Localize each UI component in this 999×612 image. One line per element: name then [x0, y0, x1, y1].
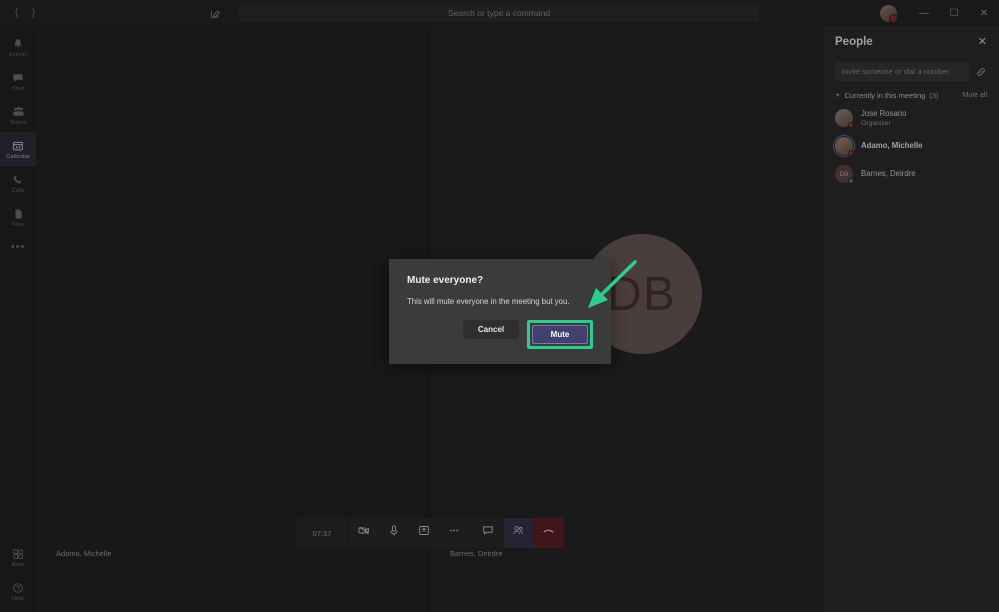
avatar: [835, 109, 854, 128]
phone-icon: [12, 172, 24, 187]
dialog-actions: Cancel Mute: [407, 320, 593, 364]
sidebar-item-label: Files: [11, 222, 25, 228]
people-icon: [512, 524, 525, 542]
participant-info: Barnes, Deirdre: [861, 169, 916, 179]
maximize-button[interactable]: ☐: [939, 0, 969, 26]
participant-row[interactable]: Adamo, Michelle: [833, 135, 987, 157]
participant-name: Adamo, Michelle: [861, 141, 923, 151]
dialog-title: Mute everyone?: [407, 275, 484, 286]
sidebar-item-calls[interactable]: Calls: [0, 166, 36, 200]
rail-bottom-group: Apps Help: [0, 540, 36, 612]
chevron-right-icon[interactable]: ⟩: [31, 7, 35, 19]
chevron-down-icon[interactable]: ▼: [835, 93, 840, 99]
people-panel: People ✕ ▼ Currently in this meeting (3)…: [823, 26, 999, 612]
participant-row[interactable]: Jose Rosario Organizer: [835, 109, 987, 128]
sidebar-item-activity[interactable]: Activity: [0, 30, 36, 64]
chevron-left-icon[interactable]: ⟨: [14, 7, 18, 19]
avatar[interactable]: [880, 4, 898, 23]
search-input[interactable]: Search or type a command: [239, 4, 759, 22]
participant-info: Jose Rosario Organizer: [861, 109, 907, 127]
sidebar-item-chat[interactable]: Chat: [0, 64, 36, 98]
compose-icon[interactable]: [210, 8, 221, 19]
apps-icon: [12, 546, 24, 561]
sidebar-item-help[interactable]: Help: [0, 574, 36, 608]
sidebar-item-label: Help: [12, 596, 24, 602]
avatar: DB: [835, 165, 854, 184]
chat-bubble-icon: [482, 524, 495, 542]
sidebar-item-label: Activity: [8, 52, 28, 58]
titlebar: ⟨ ⟩ Search or type a command — ☐ ✕: [0, 0, 999, 26]
meeting-timer: 07:37: [296, 518, 348, 548]
sidebar-more-button[interactable]: •••: [11, 234, 26, 260]
presence-badge: [847, 121, 854, 128]
presence-badge: [847, 149, 854, 156]
titlebar-right: — ☐ ✕: [880, 0, 999, 26]
participant-name-label: Barnes, Deirdre: [450, 549, 503, 558]
sidebar-item-files[interactable]: Files: [0, 200, 36, 234]
ellipsis-icon: [448, 524, 461, 542]
cancel-button[interactable]: Cancel: [463, 320, 519, 339]
hangup-icon: [541, 524, 555, 543]
section-label: Currently in this meeting: [844, 91, 926, 100]
participant-name-label: Adamo, Michelle: [56, 549, 112, 558]
nav-arrows: ⟨ ⟩: [0, 7, 50, 19]
participant-info: Adamo, Michelle: [861, 141, 923, 151]
help-icon: [12, 580, 24, 595]
mute-button[interactable]: Mute: [532, 325, 588, 344]
left-rail: Activity Chat Teams Calendar Calls Files…: [0, 26, 36, 612]
people-button[interactable]: [503, 518, 533, 548]
files-icon: [13, 206, 24, 221]
mute-everyone-dialog: Mute everyone? This will mute everyone i…: [389, 259, 611, 364]
minimize-button[interactable]: —: [909, 0, 939, 26]
presence-badge: [847, 177, 854, 184]
dialog-message: This will mute everyone in the meeting b…: [407, 297, 570, 306]
close-button[interactable]: ✕: [969, 0, 999, 26]
participant-row[interactable]: DB Barnes, Deirdre: [835, 165, 987, 184]
sidebar-item-label: Calls: [11, 188, 25, 194]
search-placeholder: Search or type a command: [447, 8, 551, 18]
close-icon[interactable]: ✕: [978, 36, 987, 48]
participant-count: (3): [929, 91, 939, 100]
sidebar-item-label: Teams: [9, 120, 27, 126]
share-link-icon[interactable]: [975, 66, 987, 78]
people-panel-title: People: [835, 36, 873, 48]
invite-row: [835, 62, 987, 81]
sidebar-item-calendar[interactable]: Calendar: [0, 132, 36, 166]
sidebar-item-label: Chat: [11, 86, 25, 92]
invite-input[interactable]: [835, 62, 969, 81]
avatar-initials: DB: [839, 170, 849, 178]
sidebar-item-apps[interactable]: Apps: [0, 540, 36, 574]
mute-button-highlight: Mute: [527, 320, 593, 349]
participant-name: Barnes, Deirdre: [861, 169, 916, 179]
meeting-section-header: ▼ Currently in this meeting (3) Mute all: [835, 91, 987, 100]
mute-all-button[interactable]: Mute all: [962, 92, 987, 99]
people-panel-header: People ✕: [835, 36, 987, 48]
sidebar-item-label: Calendar: [6, 154, 30, 160]
microphone-button[interactable]: [379, 518, 409, 548]
camera-off-button[interactable]: [349, 518, 379, 548]
camera-off-icon: [358, 524, 371, 542]
avatar: [833, 135, 855, 157]
more-options-button[interactable]: [439, 518, 469, 548]
calendar-icon: [12, 138, 24, 153]
participant-role: Organizer: [861, 119, 891, 127]
bell-icon: [12, 36, 24, 51]
sidebar-item-teams[interactable]: Teams: [0, 98, 36, 132]
hangup-button[interactable]: [533, 518, 563, 548]
chat-button[interactable]: [473, 518, 503, 548]
chat-icon: [12, 70, 24, 85]
teams-icon: [12, 104, 25, 119]
share-screen-icon: [418, 524, 431, 542]
sidebar-item-label: Apps: [11, 562, 25, 568]
meeting-toolbar: 07:37: [296, 518, 563, 548]
participant-name: Jose Rosario: [861, 109, 907, 119]
share-screen-button[interactable]: [409, 518, 439, 548]
microphone-icon: [388, 524, 401, 542]
